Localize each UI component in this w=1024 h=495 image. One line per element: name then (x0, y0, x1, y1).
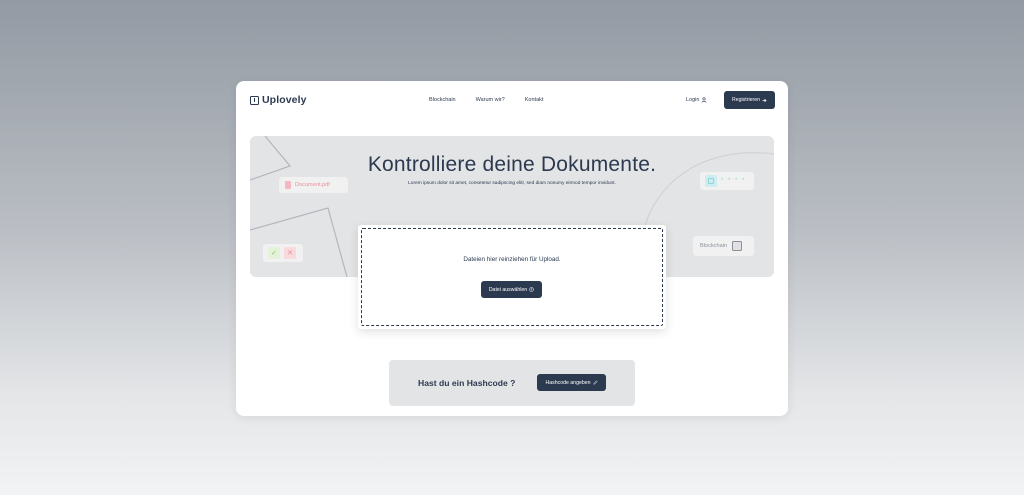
dropzone-border (361, 228, 663, 326)
main-nav: Blockchain Warum wir? Kontakt (429, 97, 543, 103)
login-link[interactable]: Login (686, 97, 707, 103)
user-icon (702, 97, 707, 103)
upload-icon (529, 287, 534, 292)
logo-text: Uplovely (262, 94, 307, 106)
hashcode-question: Hast du ein Hashcode ? (418, 378, 516, 388)
register-label: Registrieren (732, 97, 760, 103)
hero-title: Kontrolliere deine Dokumente. (367, 153, 657, 176)
x-icon: ✕ (284, 247, 296, 259)
nav-item-blockchain[interactable]: Blockchain (429, 97, 456, 103)
hashcode-button-label: Hashcode angeben (545, 379, 591, 386)
upload-instruction: Dateien hier reinziehen für Upload. (463, 256, 561, 263)
hashcode-button[interactable]: Hashcode angeben (537, 374, 606, 391)
app-window: Uplovely Blockchain Warum wir? Kontakt L… (236, 81, 788, 416)
logo[interactable]: Uplovely (250, 94, 307, 106)
pencil-icon (592, 380, 598, 385)
scan-dots: * * * * (721, 178, 746, 184)
document-chip-label: Document.pdf (295, 182, 330, 188)
qr-scan-icon (705, 175, 717, 187)
blockchain-chip: Blockchain (693, 236, 754, 256)
nav-item-warum-wir[interactable]: Warum wir? (476, 97, 505, 103)
document-chip: Document.pdf (279, 177, 348, 193)
nav-item-kontakt[interactable]: Kontakt (525, 97, 544, 103)
logo-icon (250, 95, 259, 105)
login-label: Login (686, 97, 700, 103)
blockchain-chip-label: Blockchain (700, 243, 728, 249)
register-button[interactable]: Registrieren (724, 91, 775, 109)
check-icon: ✓ (268, 247, 280, 259)
arrow-right-icon (762, 98, 767, 102)
hashcode-panel: Hast du ein Hashcode ? Hashcode angeben (389, 360, 635, 406)
scan-chip: * * * * (700, 172, 754, 190)
screenshot-frame: Uplovely Blockchain Warum wir? Kontakt L… (0, 0, 1024, 495)
choose-file-button[interactable]: Datei auswählen (481, 281, 542, 298)
blockchain-icon (732, 241, 743, 251)
upload-dropzone[interactable]: Dateien hier reinziehen für Upload. Date… (358, 225, 666, 329)
document-icon (285, 181, 291, 189)
choose-file-label: Datei auswählen (488, 286, 528, 293)
status-chip: ✓ ✕ (263, 244, 303, 262)
